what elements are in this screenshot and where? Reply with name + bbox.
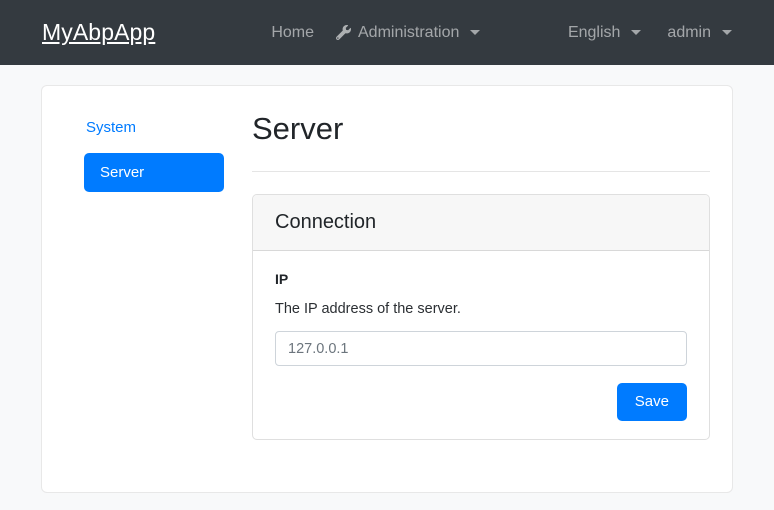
- connection-card-title: Connection: [275, 211, 377, 234]
- user-menu[interactable]: admin: [667, 24, 732, 42]
- top-navbar: MyAbpApp Home Administration English adm…: [0, 0, 774, 65]
- ip-field-label: IP: [275, 271, 289, 288]
- ip-input[interactable]: [275, 331, 687, 367]
- sidebar-item-server[interactable]: Server: [84, 153, 224, 192]
- chevron-down-icon: [722, 30, 732, 35]
- connection-card: Connection IP The IP address of the serv…: [252, 194, 710, 440]
- ip-field-description: The IP address of the server.: [275, 301, 461, 318]
- secondary-nav: English admin: [568, 24, 752, 42]
- primary-nav: Home Administration: [271, 23, 481, 42]
- title-divider: [252, 171, 710, 173]
- connection-card-body: IP The IP address of the server. Save: [253, 251, 709, 439]
- save-button[interactable]: Save: [616, 383, 687, 421]
- wrench-icon: [336, 25, 351, 40]
- sidebar-group-system[interactable]: System: [84, 113, 232, 142]
- chevron-down-icon: [470, 30, 481, 35]
- nav-item-home[interactable]: Home: [271, 24, 314, 42]
- nav-item-administration[interactable]: Administration: [336, 23, 481, 42]
- language-selector-label: English: [567, 23, 621, 41]
- page-title: Server: [252, 111, 344, 146]
- nav-item-administration-label: Administration: [358, 23, 460, 41]
- card-actions: Save: [275, 383, 687, 421]
- settings-panel: System Server Server Connection IP The I…: [41, 85, 733, 493]
- language-selector[interactable]: English: [567, 23, 642, 42]
- user-menu-label: admin: [667, 23, 711, 41]
- page-container: System Server Server Connection IP The I…: [0, 65, 774, 510]
- connection-card-header: Connection: [253, 195, 709, 252]
- brand-logo[interactable]: MyAbpApp: [42, 19, 155, 46]
- chevron-down-icon: [631, 30, 642, 35]
- settings-sidebar: System Server: [62, 108, 232, 472]
- settings-content: Server Connection IP The IP address of t…: [232, 108, 712, 472]
- nav-item-home-label: Home: [271, 23, 314, 41]
